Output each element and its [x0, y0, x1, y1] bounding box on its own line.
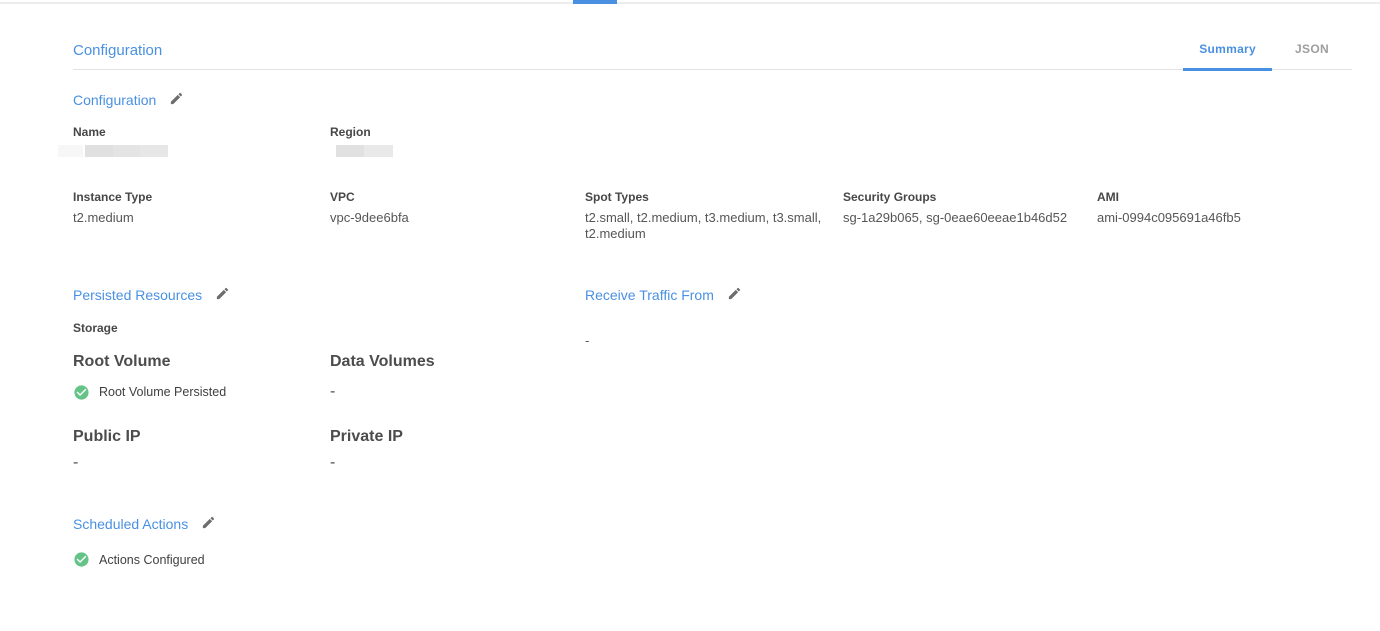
- field-spot-types-value: t2.small, t2.medium, t3.medium, t3.small…: [585, 210, 825, 242]
- scheduled-actions-status-text: Actions Configured: [99, 553, 205, 567]
- field-region-label: Region: [330, 126, 585, 138]
- field-vpc-label: VPC: [330, 191, 585, 203]
- field-name-redacted-value: [58, 145, 168, 157]
- field-spot-types-label: Spot Types: [585, 191, 843, 203]
- field-security-groups-label: Security Groups: [843, 191, 1097, 203]
- storage-group-label: Storage: [73, 322, 585, 334]
- page-title: Configuration: [73, 42, 162, 59]
- field-instance-type: Instance Type t2.medium: [73, 191, 330, 242]
- persisted-resources-section: Persisted Resources Storage Root Volume …: [73, 286, 585, 472]
- tab-json[interactable]: JSON: [1272, 42, 1352, 71]
- receive-traffic-value: -: [585, 333, 1352, 348]
- panel-header: Configuration Summary JSON: [73, 0, 1352, 70]
- configuration-section-heading: Configuration: [73, 91, 1352, 109]
- check-circle-icon: [73, 384, 90, 401]
- volume-values-row: Root Volume Persisted -: [73, 383, 585, 401]
- configuration-fields-row1: Name Region: [73, 126, 1352, 157]
- edit-receive-traffic-button[interactable]: [727, 286, 742, 304]
- configuration-panel: Configuration Summary JSON Configuration…: [73, 0, 1352, 568]
- volume-labels-row: Root Volume Data Volumes: [73, 353, 585, 371]
- private-ip-value: -: [330, 454, 585, 472]
- scheduled-actions-title: Scheduled Actions: [73, 516, 188, 532]
- pencil-edit-icon: [201, 515, 216, 533]
- receive-traffic-title: Receive Traffic From: [585, 287, 714, 303]
- persisted-resources-heading: Persisted Resources: [73, 286, 585, 304]
- configuration-fields-row2: Instance Type t2.medium VPC vpc-9dee6bfa…: [73, 191, 1352, 242]
- root-volume-status: Root Volume Persisted: [73, 383, 330, 401]
- view-tabs: Summary JSON: [1183, 42, 1352, 71]
- field-ami-label: AMI: [1097, 191, 1352, 203]
- field-vpc-value: vpc-9dee6bfa: [330, 210, 570, 226]
- public-ip-label: Public IP: [73, 428, 330, 446]
- edit-scheduled-actions-button[interactable]: [201, 515, 216, 533]
- private-ip-label: Private IP: [330, 428, 585, 446]
- field-spot-types: Spot Types t2.small, t2.medium, t3.mediu…: [585, 191, 843, 242]
- field-vpc: VPC vpc-9dee6bfa: [330, 191, 585, 242]
- ip-labels-row: Public IP Private IP: [73, 428, 585, 446]
- ip-values-row: - -: [73, 454, 585, 472]
- scheduled-actions-heading: Scheduled Actions: [73, 515, 1352, 533]
- configuration-section-title: Configuration: [73, 92, 156, 108]
- receive-traffic-section: Receive Traffic From -: [585, 286, 1352, 472]
- edit-persisted-resources-button[interactable]: [215, 286, 230, 304]
- check-circle-icon: [73, 551, 90, 568]
- field-instance-type-value: t2.medium: [73, 210, 313, 226]
- public-ip-value: -: [73, 454, 330, 472]
- root-volume-label: Root Volume: [73, 353, 330, 371]
- field-region-redacted-value: [336, 145, 393, 157]
- root-volume-status-text: Root Volume Persisted: [99, 385, 226, 399]
- middle-sections: Persisted Resources Storage Root Volume …: [73, 286, 1352, 472]
- field-security-groups: Security Groups sg-1a29b065, sg-0eae60ee…: [843, 191, 1097, 242]
- scheduled-actions-status: Actions Configured: [73, 551, 1352, 568]
- field-instance-type-label: Instance Type: [73, 191, 330, 203]
- pencil-edit-icon: [215, 286, 230, 304]
- receive-traffic-heading: Receive Traffic From: [585, 286, 1352, 304]
- field-security-groups-value: sg-1a29b065, sg-0eae60eeae1b46d52: [843, 210, 1083, 226]
- persisted-resources-title: Persisted Resources: [73, 287, 202, 303]
- edit-configuration-button[interactable]: [169, 91, 184, 109]
- data-volumes-value: -: [330, 383, 585, 401]
- field-region: Region: [330, 126, 585, 157]
- tab-summary[interactable]: Summary: [1183, 42, 1272, 71]
- field-name: Name: [73, 126, 330, 157]
- data-volumes-label: Data Volumes: [330, 353, 585, 371]
- pencil-edit-icon: [727, 286, 742, 304]
- field-ami: AMI ami-0994c095691a46fb5: [1097, 191, 1352, 242]
- pencil-edit-icon: [169, 91, 184, 109]
- field-ami-value: ami-0994c095691a46fb5: [1097, 210, 1337, 226]
- field-name-label: Name: [73, 126, 330, 138]
